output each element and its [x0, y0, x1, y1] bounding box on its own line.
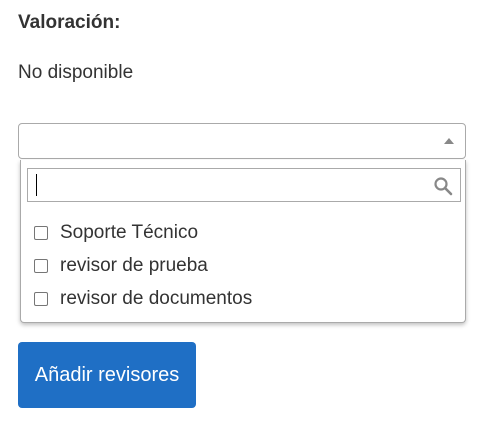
search-icon: [434, 177, 453, 196]
search-field[interactable]: [27, 168, 461, 202]
rating-value: No disponible: [18, 62, 134, 83]
option-label: revisor de prueba: [60, 254, 208, 276]
option-revisor-de-prueba[interactable]: revisor de prueba: [33, 249, 252, 282]
checkbox[interactable]: [34, 225, 48, 240]
add-reviewers-button[interactable]: Añadir revisores: [18, 342, 196, 408]
option-revisor-de-documentos[interactable]: revisor de documentos: [33, 282, 252, 315]
caret-up-icon[interactable]: [444, 138, 454, 144]
reviewer-select[interactable]: [18, 123, 466, 159]
reviewer-options: Soporte Técnico revisor de prueba reviso…: [33, 216, 252, 315]
option-soporte-tecnico[interactable]: Soporte Técnico: [33, 216, 252, 249]
reviewer-dropdown: Soporte Técnico revisor de prueba reviso…: [20, 160, 466, 323]
text-cursor: [36, 174, 37, 196]
checkbox[interactable]: [34, 291, 48, 306]
option-label: Soporte Técnico: [60, 221, 199, 243]
option-label: revisor de documentos: [60, 287, 253, 309]
search-input[interactable]: [28, 169, 418, 201]
checkbox[interactable]: [34, 258, 48, 273]
rating-label: Valoración:: [18, 12, 121, 33]
